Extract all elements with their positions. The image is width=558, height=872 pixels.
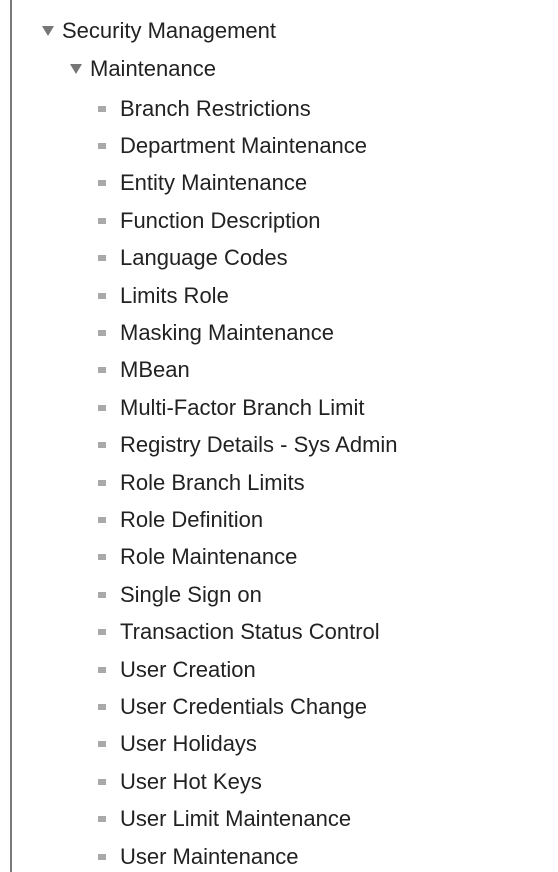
bullet-icon [98,591,106,598]
tree-leaf-item[interactable]: Multi-Factor Branch Limit [98,389,398,426]
tree-leaf-item[interactable]: Function Description [98,202,398,239]
tree-leaf-label: Entity Maintenance [120,170,308,196]
maintenance-children-list: Branch Restrictions Department Maintenanc… [98,90,398,872]
bullet-icon [98,554,106,561]
bullet-icon [98,180,106,187]
tree-leaf-label: Single Sign on [120,581,262,607]
tree-node-maintenance[interactable]: Maintenance [70,54,216,84]
bullet-icon [98,442,106,449]
tree-leaf-label: Masking Maintenance [120,320,335,346]
bullet-icon [98,367,106,374]
collapse-triangle-icon[interactable] [42,26,54,36]
tree-leaf-label: User Hot Keys [120,768,262,794]
tree-leaf-label: Transaction Status Control [120,619,380,645]
tree-leaf-item[interactable]: Masking Maintenance [98,314,398,351]
tree-leaf-label: Role Maintenance [120,544,298,570]
navigation-tree: Security Management Maintenance Branch R… [0,0,558,872]
bullet-icon [98,516,106,523]
bullet-icon [98,666,106,673]
bullet-icon [98,217,106,224]
bullet-icon [98,292,106,299]
tree-node-security-management[interactable]: Security Management [42,16,276,46]
tree-leaf-item[interactable]: MBean [98,352,398,389]
tree-leaf-label: Role Branch Limits [120,469,305,495]
tree-leaf-label: Registry Details - Sys Admin [120,432,398,458]
bullet-icon [98,479,106,486]
tree-leaf-item[interactable]: User Hot Keys [98,763,398,800]
tree-leaf-item[interactable]: Department Maintenance [98,127,398,164]
tree-leaf-item[interactable]: User Creation [98,651,398,688]
tree-leaf-item[interactable]: Entity Maintenance [98,165,398,202]
tree-leaf-item[interactable]: Role Branch Limits [98,464,398,501]
tree-leaf-label: User Creation [120,656,256,682]
tree-leaf-item[interactable]: Role Maintenance [98,539,398,576]
bullet-icon [98,330,106,337]
bullet-icon [98,404,106,411]
tree-leaf-label: Language Codes [120,245,288,271]
tree-leaf-label: Multi-Factor Branch Limit [120,394,365,420]
tree-leaf-item[interactable]: User Holidays [98,726,398,763]
tree-leaf-item[interactable]: Single Sign on [98,576,398,613]
collapse-triangle-icon[interactable] [70,64,82,74]
tree-leaf-item[interactable]: Branch Restrictions [98,90,398,127]
tree-leaf-label: MBean [120,357,190,383]
tree-leaf-item[interactable]: User Limit Maintenance [98,800,398,837]
bullet-icon [98,105,106,112]
tree-leaf-label: User Credentials Change [120,693,368,719]
bullet-icon [98,778,106,785]
tree-leaf-item[interactable]: Limits Role [98,277,398,314]
tree-leaf-item[interactable]: Language Codes [98,240,398,277]
tree-leaf-label: Function Description [120,207,321,233]
bullet-icon [98,853,106,860]
tree-leaf-item[interactable]: Transaction Status Control [98,613,398,650]
bullet-icon [98,703,106,710]
tree-leaf-label: User Holidays [120,731,257,757]
bullet-icon [98,741,106,748]
tree-leaf-label: Role Definition [120,506,264,532]
tree-leaf-label: Limits Role [120,282,229,308]
tree-node-label: Security Management [62,18,276,43]
tree-leaf-label: Department Maintenance [120,133,368,159]
tree-leaf-item[interactable]: User Maintenance [98,838,398,872]
bullet-icon [98,629,106,636]
bullet-icon [98,816,106,823]
tree-node-label: Maintenance [90,56,216,81]
tree-leaf-item[interactable]: Registry Details - Sys Admin [98,427,398,464]
tree-leaf-label: User Limit Maintenance [120,806,352,832]
tree-leaf-item[interactable]: Role Definition [98,501,398,538]
tree-leaf-label: User Maintenance [120,843,299,869]
tree-leaf-label: Branch Restrictions [120,95,311,121]
bullet-icon [98,143,106,150]
tree-leaf-item[interactable]: User Credentials Change [98,688,398,725]
bullet-icon [98,255,106,262]
